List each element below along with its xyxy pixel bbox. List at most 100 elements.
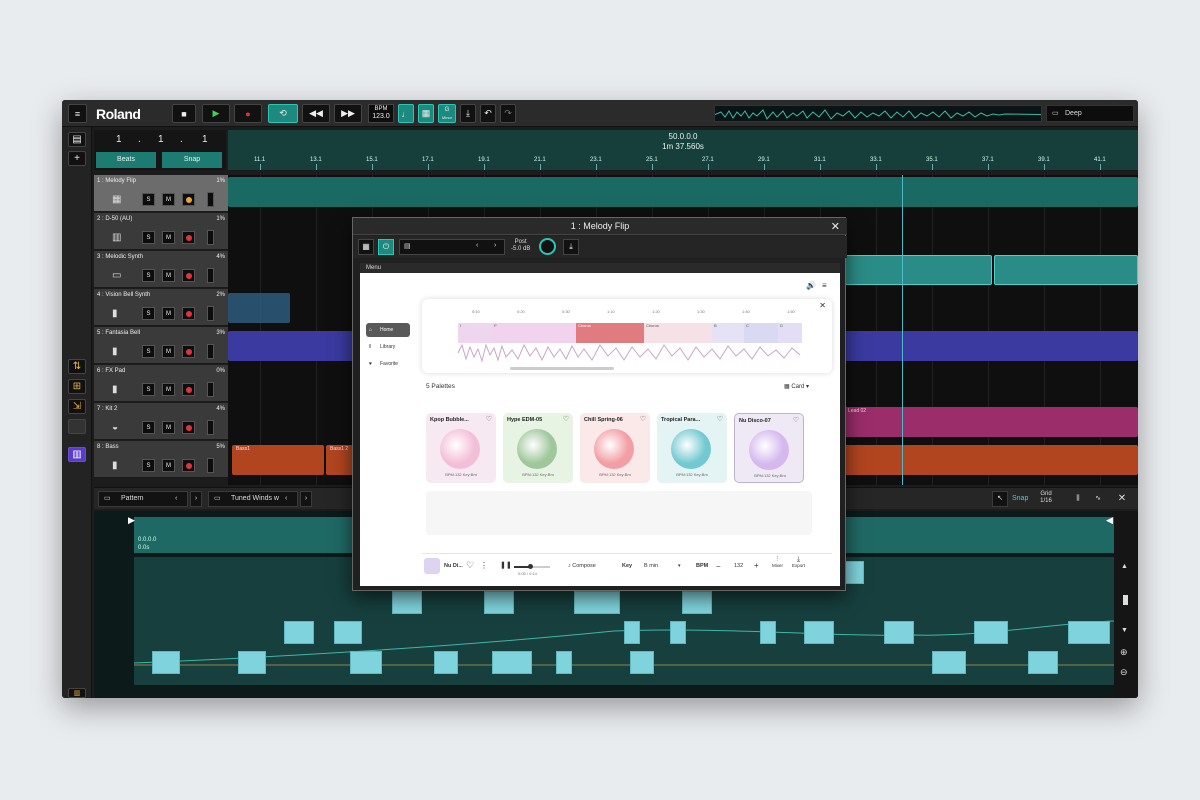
volume-slider[interactable] bbox=[207, 306, 214, 321]
player-bpm-value[interactable]: 132 bbox=[734, 563, 743, 569]
solo-button[interactable]: S bbox=[142, 231, 155, 244]
fast-forward-button[interactable]: ▶▶ bbox=[334, 104, 362, 123]
scroll-up-icon[interactable]: ▲ bbox=[1121, 563, 1128, 570]
close-timeline-icon[interactable]: ✕ bbox=[819, 301, 826, 310]
midi-note[interactable] bbox=[630, 651, 654, 674]
compose-button[interactable]: ♪ Compose bbox=[568, 563, 596, 569]
export-button[interactable]: ⤓ Export bbox=[792, 556, 805, 569]
record-arm-button[interactable] bbox=[182, 231, 195, 244]
midi-note[interactable] bbox=[884, 621, 914, 644]
volume-icon[interactable]: 🔊 bbox=[806, 281, 816, 290]
scroll-down-icon[interactable]: ▼ bbox=[1121, 627, 1128, 634]
nav-home[interactable]: ⌂ Home bbox=[366, 323, 410, 337]
bpm-increase-button[interactable]: + bbox=[754, 561, 759, 570]
palette-card[interactable]: Hype EDM-05 ♡ BPM:132 Key:Bm bbox=[503, 413, 573, 483]
mute-button[interactable]: M bbox=[162, 193, 175, 206]
record-arm-button[interactable] bbox=[182, 421, 195, 434]
mute-button[interactable]: M bbox=[162, 383, 175, 396]
blank-icon[interactable] bbox=[68, 419, 86, 434]
nav-favorite[interactable]: ♥ Favorite bbox=[366, 357, 410, 371]
save-project-icon[interactable]: ▤ bbox=[68, 132, 86, 147]
volume-slider[interactable] bbox=[207, 192, 214, 207]
midi-note[interactable] bbox=[484, 591, 514, 614]
hamburger-menu-icon[interactable]: ≡ bbox=[822, 281, 827, 290]
midi-note[interactable] bbox=[152, 651, 180, 674]
loop-start-marker[interactable]: ▶ bbox=[128, 515, 135, 526]
mute-button[interactable]: M bbox=[162, 459, 175, 472]
favorite-heart-icon[interactable]: ♡ bbox=[466, 560, 474, 571]
track-header[interactable]: 6 : FX Pad 0% ▮ S M bbox=[94, 365, 228, 402]
snap-button[interactable]: Snap bbox=[162, 152, 222, 168]
bpm-display[interactable]: BPM 123.0 bbox=[368, 104, 394, 123]
pattern-selector[interactable]: ▭ Pattern ‹ bbox=[98, 491, 188, 507]
heart-icon[interactable]: ♡ bbox=[793, 416, 799, 424]
midi-note[interactable] bbox=[392, 591, 422, 614]
key-selector[interactable]: G Minor bbox=[438, 104, 456, 123]
timeline-ruler[interactable]: 50.0.0.0 1m 37.560s 11.1 13.1 15.1 17.1 19.1… bbox=[228, 130, 1138, 170]
save-icon[interactable]: ⤓ bbox=[460, 104, 476, 123]
gain-knob[interactable] bbox=[539, 238, 556, 255]
playhead[interactable] bbox=[902, 175, 903, 485]
pause-icon[interactable]: ❚❚ bbox=[500, 561, 512, 569]
heart-icon[interactable]: ♡ bbox=[640, 415, 646, 423]
instrument-next-button[interactable]: › bbox=[300, 491, 312, 507]
stop-button[interactable]: ■ bbox=[172, 104, 196, 123]
pattern-next-button[interactable]: › bbox=[190, 491, 202, 507]
clip-bass-right[interactable] bbox=[844, 445, 1138, 475]
prev-preset-icon[interactable]: ‹ bbox=[476, 242, 478, 249]
clip-melodic-synth-2[interactable] bbox=[994, 255, 1138, 285]
clip-bass1[interactable]: Bass1 bbox=[232, 445, 324, 475]
record-arm-button[interactable] bbox=[182, 459, 195, 472]
loop-end-marker[interactable]: ◀ bbox=[1106, 515, 1113, 526]
record-arm-button[interactable] bbox=[182, 345, 195, 358]
chevron-left-icon[interactable]: ‹ bbox=[175, 492, 177, 506]
midi-note[interactable] bbox=[760, 621, 776, 644]
power-icon[interactable]: ⏻ bbox=[378, 239, 394, 255]
track-header[interactable]: 5 : Fantasia Bell 3% ▮ S M bbox=[94, 327, 228, 364]
key-value[interactable]: B min bbox=[644, 563, 658, 569]
midi-note[interactable] bbox=[238, 651, 266, 674]
record-arm-button[interactable] bbox=[182, 383, 195, 396]
grid-selector[interactable]: Grid 1/16 bbox=[1036, 491, 1056, 507]
midi-note[interactable] bbox=[624, 621, 640, 644]
record-arm-button[interactable] bbox=[182, 269, 195, 282]
track-header[interactable]: 4 : Vision Bell Synth 2% ▮ S M bbox=[94, 289, 228, 326]
midi-note[interactable] bbox=[334, 621, 362, 644]
midi-note[interactable] bbox=[492, 651, 532, 674]
solo-button[interactable]: S bbox=[142, 269, 155, 282]
nav-library[interactable]: ‖ Library bbox=[366, 340, 410, 354]
playback-knob[interactable] bbox=[528, 564, 533, 569]
track-header[interactable]: 7 : Kit 2 4% ◒ S M bbox=[94, 403, 228, 440]
instrument-selector[interactable]: ▭ Tuned Winds w ‹ bbox=[208, 491, 298, 507]
zoom-out-icon[interactable]: ⊖ bbox=[1120, 667, 1128, 678]
velocity-icon[interactable]: ⫼ bbox=[1070, 491, 1086, 507]
midi-note[interactable] bbox=[284, 621, 314, 644]
close-editor-icon[interactable]: ✕ bbox=[1114, 491, 1130, 507]
volume-slider[interactable] bbox=[207, 268, 214, 283]
midi-note[interactable] bbox=[682, 591, 712, 614]
preset-dropdown[interactable]: ▤ ‹ › bbox=[399, 239, 505, 255]
volume-slider[interactable] bbox=[207, 344, 214, 359]
grid-icon[interactable]: ▦ bbox=[418, 104, 434, 123]
play-button[interactable]: ▶ bbox=[202, 104, 230, 123]
record-arm-button[interactable] bbox=[182, 193, 195, 206]
snap-toggle[interactable]: Snap bbox=[1012, 491, 1028, 507]
mute-button[interactable]: M bbox=[162, 269, 175, 282]
track-header[interactable]: 8 : Bass 5% ▮ S M bbox=[94, 441, 228, 478]
key-chevron-icon[interactable]: ▾ bbox=[678, 563, 681, 569]
undo-icon[interactable]: ↶ bbox=[480, 104, 496, 123]
menu-icon[interactable]: ≡ bbox=[68, 104, 87, 123]
piano-roll-icon[interactable]: ▥ bbox=[68, 447, 86, 462]
clip-vision-bell[interactable] bbox=[228, 293, 290, 323]
mixer-button[interactable]: ⫶ Mixer bbox=[772, 556, 783, 569]
eq-icon[interactable]: ⊞ bbox=[68, 379, 86, 394]
mixer-icon[interactable]: ⇅ bbox=[68, 359, 86, 374]
export-icon[interactable]: ⤓ bbox=[563, 239, 579, 255]
zoom-in-icon[interactable]: ⊕ bbox=[1120, 647, 1128, 658]
mute-button[interactable]: M bbox=[162, 345, 175, 358]
clip-melodic-synth-1[interactable] bbox=[844, 255, 992, 285]
midi-note[interactable] bbox=[670, 621, 686, 644]
pointer-icon[interactable]: ↖ bbox=[992, 491, 1008, 507]
add-track-icon[interactable]: + bbox=[68, 151, 86, 166]
solo-button[interactable]: S bbox=[142, 345, 155, 358]
